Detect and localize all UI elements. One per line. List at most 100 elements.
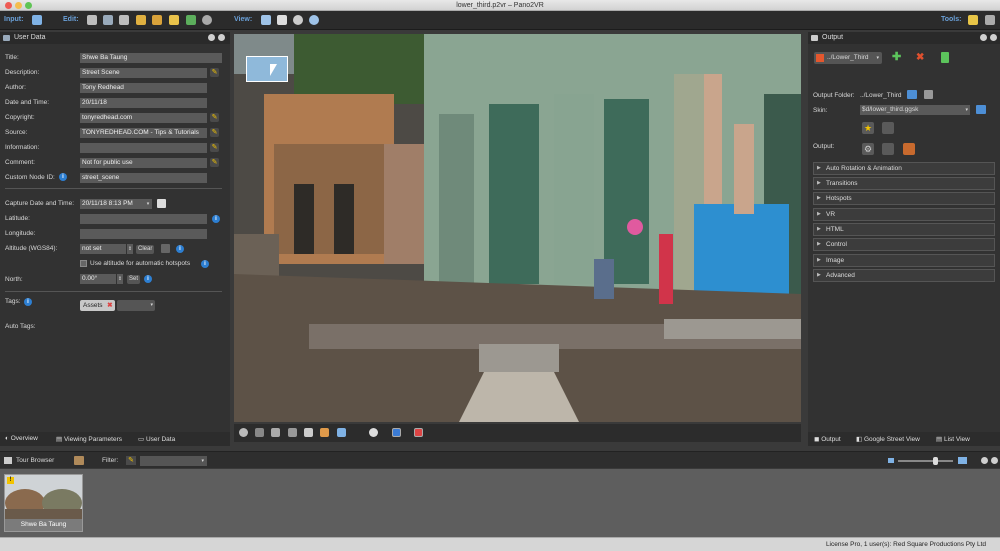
- filter-select[interactable]: ▾: [140, 456, 207, 466]
- minimize-window-icon[interactable]: [15, 2, 22, 9]
- date-field[interactable]: 20/11/18: [80, 98, 207, 108]
- description-edit-icon[interactable]: ✎: [210, 68, 219, 77]
- output-format-select[interactable]: ../Lower_Third ▾: [814, 52, 882, 64]
- thumbnail-size-slider[interactable]: [898, 460, 953, 462]
- latitude-info-icon[interactable]: i: [212, 215, 220, 223]
- source-field[interactable]: TONYREDHEAD.COM - Tips & Tutorials: [80, 128, 207, 138]
- skin-settings-icon[interactable]: [882, 122, 894, 134]
- section-transitions[interactable]: ▶ Transitions: [813, 177, 995, 190]
- use-altitude-info-icon[interactable]: i: [201, 260, 209, 268]
- tags-info-icon[interactable]: i: [24, 298, 32, 306]
- compass-icon[interactable]: [239, 428, 248, 437]
- red-marker-icon[interactable]: [414, 428, 423, 437]
- custom-node-field[interactable]: street_scene: [80, 173, 207, 183]
- tab-list-view[interactable]: ▤ List View: [936, 435, 970, 443]
- view-refresh-icon[interactable]: [309, 15, 319, 25]
- altitude-pick-icon[interactable]: [161, 244, 170, 253]
- crosshair-icon[interactable]: [255, 428, 264, 437]
- information-edit-icon[interactable]: ✎: [210, 143, 219, 152]
- tab-user-data[interactable]: ▭ User Data: [138, 435, 175, 443]
- copyright-edit-icon[interactable]: ✎: [210, 113, 219, 122]
- copyright-field[interactable]: tonyredhead.com: [80, 113, 207, 123]
- remove-output-icon[interactable]: ✖: [916, 52, 927, 63]
- horizon-icon[interactable]: [288, 428, 297, 437]
- custom-node-info-icon[interactable]: i: [59, 173, 67, 181]
- tools-settings-icon[interactable]: [985, 15, 995, 25]
- grid-icon[interactable]: [271, 428, 280, 437]
- tools-star-icon[interactable]: [968, 15, 978, 25]
- output-gear-icon[interactable]: ⚙: [862, 143, 874, 155]
- capture-dropdown-icon[interactable]: ▾: [144, 199, 152, 209]
- north-set-button[interactable]: Set: [127, 275, 141, 284]
- target-icon[interactable]: [369, 428, 378, 437]
- hotspot-thumbnail[interactable]: [246, 56, 288, 82]
- use-altitude-checkbox[interactable]: [80, 260, 87, 267]
- tag-remove-icon[interactable]: ✖: [107, 300, 112, 311]
- capture-field[interactable]: 20/11/18 8:13 PM: [80, 199, 150, 209]
- folder-delete-icon[interactable]: [924, 90, 933, 99]
- edit-viewing-icon[interactable]: [87, 15, 97, 25]
- altitude-stepper-icon[interactable]: ⇕: [127, 244, 133, 254]
- panel-close-icon[interactable]: [990, 34, 997, 41]
- thumbnail-size-small-icon[interactable]: [888, 458, 894, 463]
- information-field[interactable]: [80, 143, 207, 153]
- edit-patch-icon[interactable]: [152, 15, 162, 25]
- add-output-icon[interactable]: ✚: [892, 52, 903, 63]
- input-panorama-icon[interactable]: [32, 15, 42, 25]
- edit-animation-icon[interactable]: [202, 15, 212, 25]
- tab-output[interactable]: ◼ Output: [814, 435, 841, 443]
- description-field[interactable]: Street Scene: [80, 68, 207, 78]
- section-auto-rotation[interactable]: ▶ Auto Rotation & Animation: [813, 162, 995, 175]
- tags-input[interactable]: ▾: [117, 300, 155, 311]
- folder-browse-icon[interactable]: [907, 90, 917, 99]
- source-edit-icon[interactable]: ✎: [210, 128, 219, 137]
- node-thumbnail[interactable]: ! Shwe Ba Taung: [4, 474, 83, 532]
- media-icon[interactable]: [337, 428, 346, 437]
- edit-media-icon[interactable]: [119, 15, 129, 25]
- north-stepper-icon[interactable]: ⇕: [117, 274, 123, 284]
- thumbnail-size-slider-handle[interactable]: [933, 457, 938, 465]
- thumbnail-size-large-icon[interactable]: [958, 457, 967, 464]
- sort-icon[interactable]: [74, 456, 84, 465]
- tab-viewing-parameters[interactable]: ▤ Viewing Parameters: [56, 435, 122, 443]
- section-advanced[interactable]: ▶ Advanced: [813, 269, 995, 282]
- panel-float-icon[interactable]: [981, 457, 988, 464]
- filter-pen-icon[interactable]: ✎: [126, 456, 136, 465]
- tab-google-street-view[interactable]: ◧ Google Street View: [856, 435, 920, 443]
- blue-marker-icon[interactable]: [392, 428, 401, 437]
- latitude-field[interactable]: [80, 214, 207, 224]
- section-control[interactable]: ▶ Control: [813, 238, 995, 251]
- section-vr[interactable]: ▶ VR: [813, 208, 995, 221]
- sound-icon[interactable]: [320, 428, 329, 437]
- output-preview-icon[interactable]: [882, 143, 894, 155]
- export-output-icon[interactable]: [941, 52, 949, 63]
- altitude-clear-button[interactable]: Clear: [136, 245, 155, 254]
- skin-browse-icon[interactable]: [976, 105, 986, 114]
- comment-field[interactable]: Not for public use: [80, 158, 207, 168]
- capture-copy-icon[interactable]: [157, 199, 166, 208]
- panel-close-icon[interactable]: [991, 457, 998, 464]
- panel-float-icon[interactable]: [980, 34, 987, 41]
- output-package-icon[interactable]: [903, 143, 915, 155]
- altitude-info-icon[interactable]: i: [176, 245, 184, 253]
- panel-float-icon[interactable]: [208, 34, 215, 41]
- view-binoculars-icon[interactable]: [261, 15, 271, 25]
- tab-overview[interactable]: ◐ Overview: [5, 435, 38, 442]
- tag-assets[interactable]: Assets ✖: [80, 300, 115, 311]
- section-image[interactable]: ▶ Image: [813, 254, 995, 267]
- edit-mask-icon[interactable]: [169, 15, 179, 25]
- north-field[interactable]: 0.00°: [80, 274, 116, 284]
- panorama-viewport[interactable]: [234, 34, 801, 422]
- skin-editor-icon[interactable]: ★: [862, 122, 874, 134]
- panel-close-icon[interactable]: [218, 34, 225, 41]
- author-field[interactable]: Tony Redhead: [80, 83, 207, 93]
- hotspot-icon[interactable]: [304, 428, 313, 437]
- view-globe-icon[interactable]: [293, 15, 303, 25]
- section-hotspots[interactable]: ▶ Hotspots: [813, 192, 995, 205]
- north-info-icon[interactable]: i: [144, 275, 152, 283]
- altitude-field[interactable]: not set: [80, 244, 126, 254]
- comment-edit-icon[interactable]: ✎: [210, 158, 219, 167]
- skin-select[interactable]: $d/lower_third.ggsk ▾: [860, 105, 970, 115]
- title-field[interactable]: Shwe Ba Taung: [80, 53, 222, 63]
- view-document-icon[interactable]: [277, 15, 287, 25]
